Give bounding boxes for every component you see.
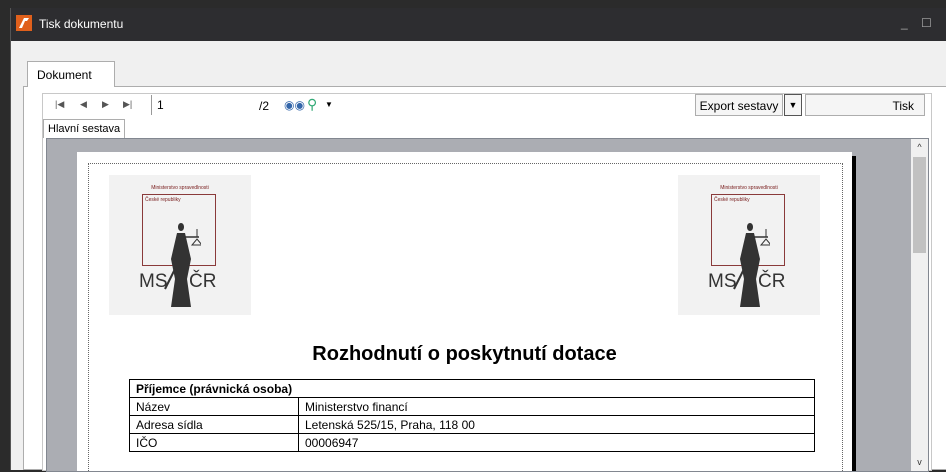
table-row: IČO 00006947: [129, 433, 815, 452]
logo-top-text: Ministerstvo spravedlnosti: [151, 185, 209, 191]
previous-page-icon[interactable]: ◀: [80, 99, 87, 110]
minimize-button[interactable]: _: [901, 16, 908, 30]
document-title: Rozhodnutí o poskytnutí dotace: [312, 343, 617, 365]
section-header: Příjemce (právnická osoba): [129, 379, 815, 398]
find-binoculars-icon[interactable]: ◉◉: [284, 98, 305, 112]
row-key: IČO: [129, 433, 299, 452]
justice-figure-icon: [733, 223, 770, 307]
logo-ms-text: MS: [139, 271, 168, 292]
table-row: Název Ministerstvo financí: [129, 397, 815, 416]
logo-sub-text: České republiky: [145, 197, 181, 203]
report-viewer: |◀ ◀ ▶ ▶| 1 /2 ◉◉ ⚲ ▼ Export sestavy ▼ T…: [42, 93, 932, 472]
tab-dokument[interactable]: Dokument: [27, 61, 115, 87]
print-button[interactable]: Tisk: [805, 94, 925, 116]
row-value: Ministerstvo financí: [298, 397, 815, 416]
maximize-button[interactable]: ☐: [921, 16, 932, 30]
scroll-up-arrow-icon[interactable]: ^: [911, 139, 928, 156]
page-number-input[interactable]: 1: [151, 95, 251, 115]
ministry-logo-left: Ministerstvo spravedlnosti České republi…: [109, 175, 251, 315]
last-page-icon[interactable]: ▶|: [123, 99, 132, 110]
zoom-dropdown-icon[interactable]: ▼: [325, 100, 333, 109]
tab-panel: |◀ ◀ ▶ ▶| 1 /2 ◉◉ ⚲ ▼ Export sestavy ▼ T…: [23, 86, 946, 472]
window-body: Dokument |◀ ◀ ▶ ▶| 1 /2 ◉◉ ⚲ ▼ Export se…: [11, 41, 946, 472]
export-button[interactable]: Export sestavy: [695, 94, 783, 116]
title-bar: Tisk dokumentu _ ☐: [11, 8, 946, 41]
scroll-down-arrow-icon[interactable]: v: [911, 454, 928, 471]
window-title: Tisk dokumentu: [39, 17, 124, 31]
scroll-thumb[interactable]: [913, 157, 926, 253]
viewer-toolbar: |◀ ◀ ▶ ▶| 1 /2 ◉◉ ⚲ ▼ Export sestavy ▼ T…: [43, 94, 931, 118]
row-key: Název: [129, 397, 299, 416]
tab-hlavni-sestava[interactable]: Hlavní sestava: [43, 119, 125, 138]
zoom-icon[interactable]: ⚲: [307, 96, 317, 113]
export-dropdown-button[interactable]: ▼: [784, 94, 802, 116]
next-page-icon[interactable]: ▶: [102, 99, 109, 110]
report-page: Ministerstvo spravedlnosti České republi…: [77, 152, 852, 471]
row-value: Letenská 525/15, Praha, 118 00: [298, 415, 815, 434]
logo-sub-text: České republiky: [714, 197, 750, 203]
page-total: /2: [259, 99, 270, 113]
table-header-row: Příjemce (právnická osoba): [129, 379, 815, 398]
vertical-scrollbar[interactable]: ^ v: [911, 139, 928, 471]
logo-ms-text: MS: [708, 271, 737, 292]
table-row: Adresa sídla Letenská 525/15, Praha, 118…: [129, 415, 815, 434]
print-dialog-window: Tisk dokumentu _ ☐ Dokument |◀ ◀ ▶ ▶| 1 …: [10, 8, 946, 472]
justice-figure-icon: [164, 223, 201, 307]
logo-top-text: Ministerstvo spravedlnosti: [720, 185, 778, 191]
logo-cr-text: ČR: [189, 271, 217, 292]
ministry-logo-right: Ministerstvo spravedlnosti České republi…: [678, 175, 820, 315]
report-preview-area[interactable]: Ministerstvo spravedlnosti České republi…: [46, 138, 929, 472]
recipient-table: Příjemce (právnická osoba) Název Ministe…: [129, 379, 815, 452]
row-key: Adresa sídla: [129, 415, 299, 434]
first-page-icon[interactable]: |◀: [55, 99, 64, 110]
app-icon: [16, 15, 32, 31]
logo-cr-text: ČR: [758, 271, 786, 292]
row-value: 00006947: [298, 433, 815, 452]
